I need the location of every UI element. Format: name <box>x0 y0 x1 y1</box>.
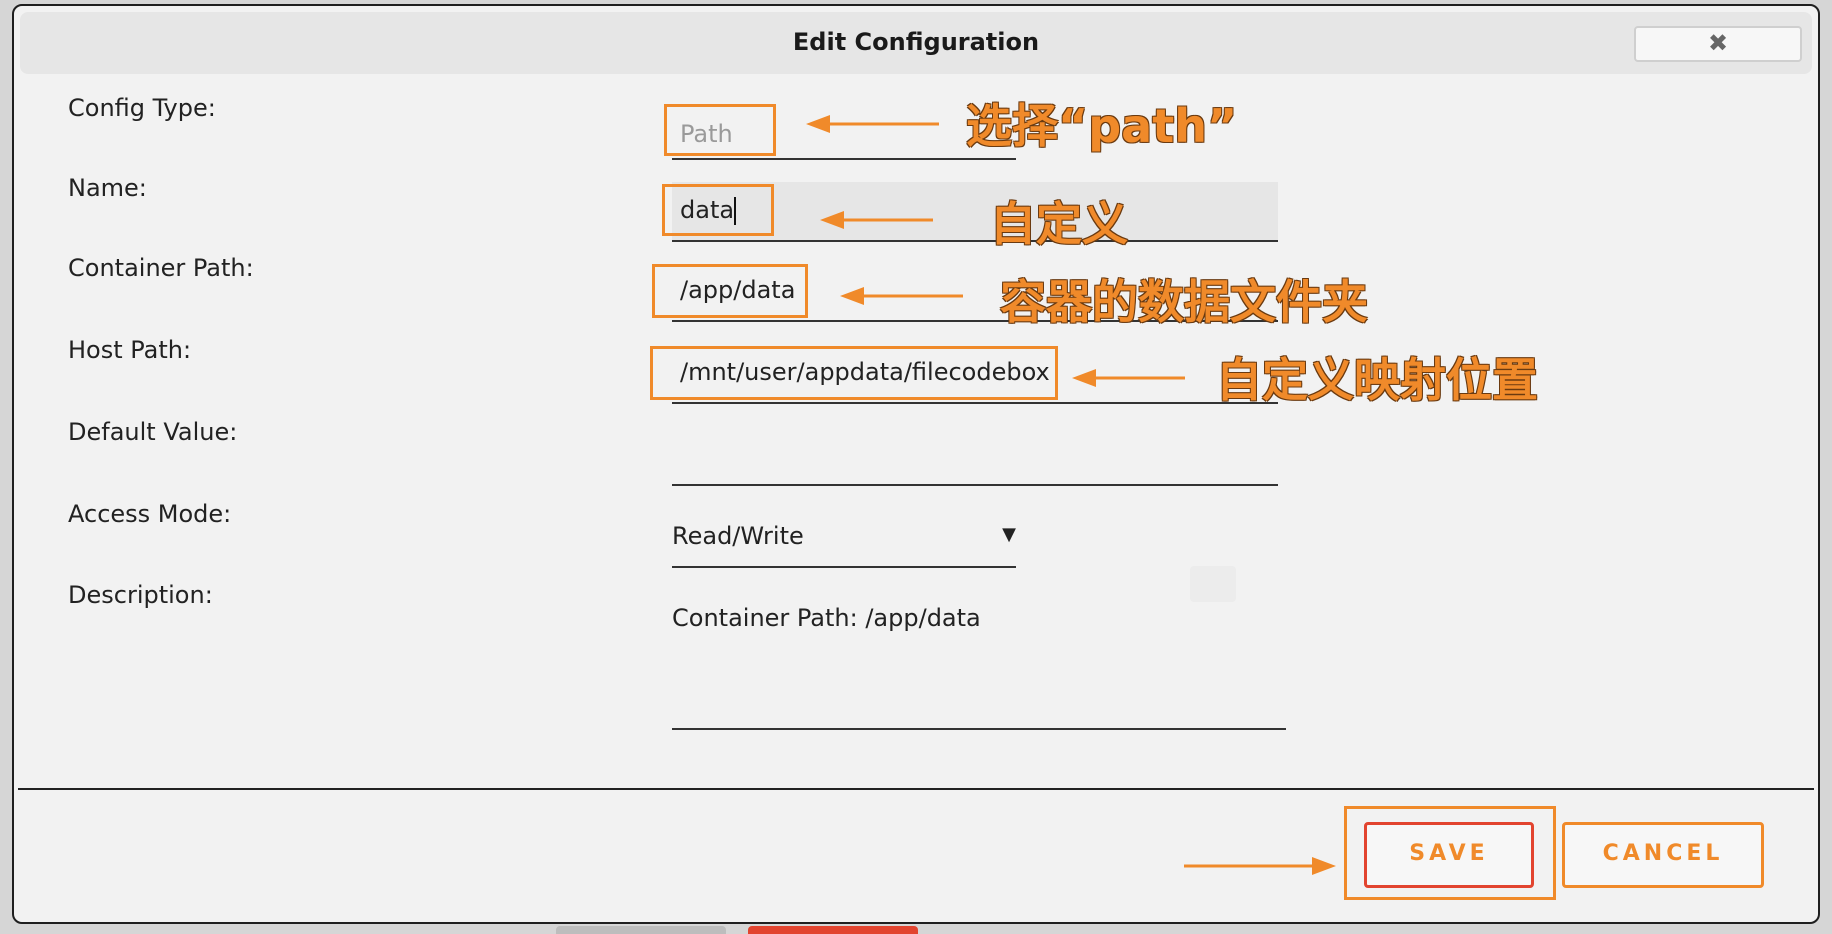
container-path-note: 容器的数据文件夹 <box>1000 275 1368 329</box>
footer-divider <box>18 788 1814 790</box>
name-label: Name: <box>68 174 147 202</box>
save-button[interactable]: SAVE <box>1364 822 1534 888</box>
container-path-arrow <box>840 287 963 305</box>
description-label: Description: <box>68 581 213 609</box>
background-tab-gray <box>556 926 726 934</box>
close-icon: ✖ <box>1707 29 1729 57</box>
access-mode-value: Read/Write <box>672 522 804 550</box>
host-path-label: Host Path: <box>68 336 192 364</box>
name-arrow <box>820 211 933 229</box>
default-value-label: Default Value: <box>68 418 238 446</box>
close-button[interactable]: ✖ <box>1634 26 1802 62</box>
save-arrow <box>1184 857 1336 875</box>
container-path-label: Container Path: <box>68 254 254 282</box>
config-type-label: Config Type: <box>68 94 216 122</box>
host-path-highlight <box>650 346 1058 400</box>
cancel-button[interactable]: CANCEL <box>1562 822 1764 888</box>
dialog-title: Edit Configuration <box>792 28 1040 56</box>
config-type-arrow <box>806 115 939 133</box>
access-mode-select[interactable]: Read/Write ▼ <box>672 508 1016 568</box>
access-mode-label: Access Mode: <box>68 500 232 528</box>
chevron-down-icon: ▼ <box>1002 524 1016 545</box>
host-path-arrow <box>1072 369 1185 387</box>
background-tab-red <box>748 926 918 934</box>
host-path-note: 自定义映射位置 <box>1216 353 1538 407</box>
config-type-note: 选择“path” <box>966 99 1238 153</box>
name-highlight <box>662 184 774 236</box>
dialog-titlebar: Edit Configuration ✖ <box>20 12 1812 74</box>
description-textarea[interactable]: Container Path: /app/data <box>672 590 1286 730</box>
container-path-highlight <box>652 264 808 318</box>
default-value-input[interactable] <box>672 426 1278 486</box>
config-type-highlight <box>664 104 776 156</box>
edit-configuration-dialog: Edit Configuration ✖ Config Type: Path 选… <box>12 4 1820 924</box>
name-note: 自定义 <box>990 197 1128 251</box>
